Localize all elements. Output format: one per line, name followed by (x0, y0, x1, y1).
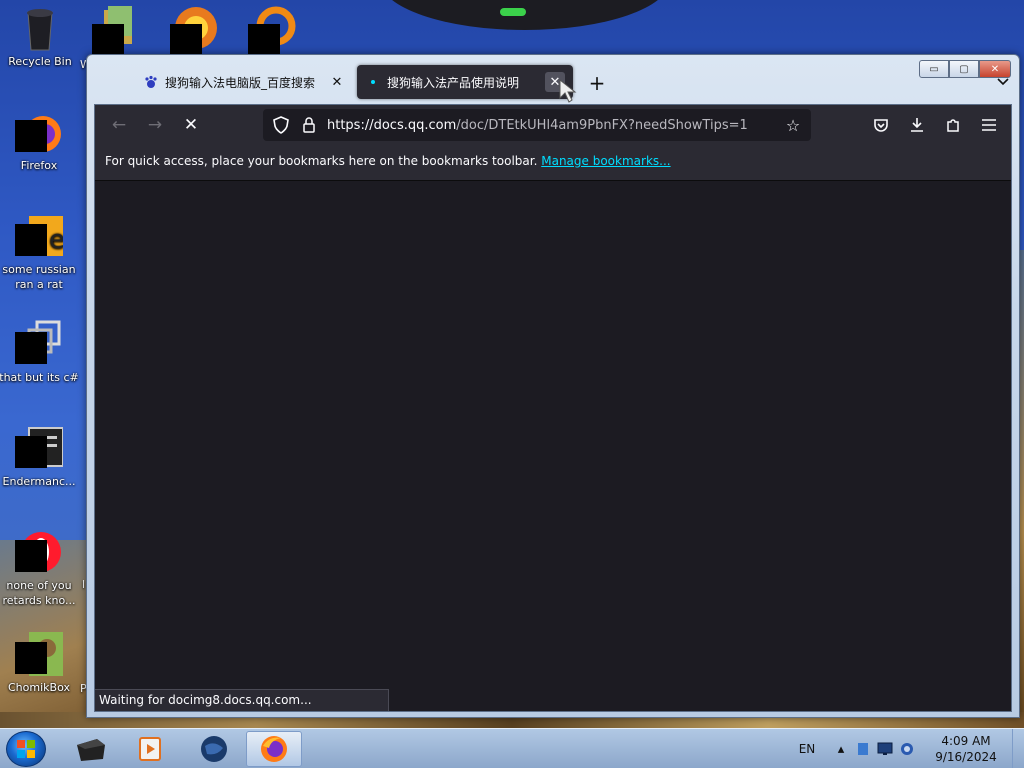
language-indicator[interactable]: EN (792, 742, 822, 756)
browser-content-frame: ← → ✕ https://docs.qq.com/doc/DTEtkUHl4a… (94, 104, 1012, 712)
redaction-box (15, 642, 47, 674)
network-monitor-icon[interactable] (874, 738, 896, 760)
tab-sogou-manual[interactable]: 搜狗输入法产品使用说明 ✕ (357, 65, 573, 99)
maximize-button[interactable]: ▢ (949, 60, 979, 78)
tab-strip: 搜狗输入法电脑版_百度搜索 ✕ 搜狗输入法产品使用说明 ✕ + (95, 63, 1009, 101)
loading-dot-icon (365, 74, 381, 90)
redaction-box (15, 436, 47, 468)
bookmarks-toolbar: For quick access, place your bookmarks h… (95, 145, 1011, 181)
back-button[interactable]: ← (105, 111, 133, 139)
firefox-icon (261, 736, 287, 762)
bookmark-star-icon[interactable]: ☆ (783, 115, 803, 135)
redaction-box (15, 224, 47, 256)
tracking-protection-shield-icon[interactable] (271, 115, 291, 135)
windows-copy-icon (15, 320, 63, 368)
show-hidden-icons-chevron-icon[interactable]: ▴ (830, 738, 852, 760)
desktop-icon-label: Recycle Bin (8, 55, 72, 68)
start-button[interactable] (6, 731, 46, 767)
desktop-icon-label: ChomikBox (8, 681, 70, 694)
desktop-icon-firefox[interactable]: Firefox (0, 108, 79, 173)
tab-baidu-search[interactable]: 搜狗输入法电脑版_百度搜索 ✕ (135, 65, 355, 99)
show-desktop-button[interactable] (1012, 729, 1024, 768)
extensions-icon[interactable] (939, 111, 967, 139)
firefox-icon (15, 108, 63, 156)
desktop-icon-opera[interactable]: none of you retards kno... (0, 528, 79, 608)
desktop-icon-csharp[interactable]: that but its c# (0, 320, 79, 385)
redaction-box (248, 24, 280, 56)
mouse-cursor-icon (559, 78, 577, 103)
desktop-icon-label: none of you retards kno... (2, 579, 76, 607)
url-host: https://docs.qq.com (327, 117, 457, 133)
redaction-box (15, 332, 47, 364)
status-panel: Waiting for docimg8.docs.qq.com... (95, 689, 389, 711)
redaction-box (92, 24, 124, 56)
tab-title: 搜狗输入法产品使用说明 (387, 75, 520, 90)
redaction-box (15, 540, 47, 572)
download-icon[interactable] (903, 111, 931, 139)
console-icon (15, 424, 64, 472)
baidu-paw-icon (143, 74, 159, 90)
clipped-desktop-label: l (82, 578, 86, 591)
forward-button[interactable]: → (141, 111, 169, 139)
url-path: /doc/DTEtkUHl4am9PbnFX?needShowTips=1 (456, 117, 748, 133)
desktop-wallpaper-shape (380, 0, 670, 30)
svg-text:e: e (49, 225, 63, 255)
desktop-icon-label: Endermanc... (2, 475, 76, 488)
list-all-tabs-button[interactable] (991, 71, 1015, 95)
taskbar: EN ▴ 4:09 AM 9/16/2024 (0, 728, 1024, 768)
media-player-icon (139, 737, 161, 761)
clock-date: 9/16/2024 (935, 750, 997, 764)
navigation-toolbar: ← → ✕ https://docs.qq.com/doc/DTEtkUHl4a… (95, 105, 1011, 145)
clock-time: 4:09 AM (941, 734, 991, 748)
desktop-icon-label: some russian ran a rat (2, 263, 76, 291)
desktop-icon-label: that but its c# (0, 371, 79, 384)
page-viewport[interactable] (95, 181, 1011, 711)
tab-title: 搜狗输入法电脑版_百度搜索 (165, 75, 316, 90)
browser-window: ▭ ▢ ✕ 搜狗输入法电脑版_百度搜索 ✕ 搜狗输入法产品使用说明 ✕ + ← … (86, 54, 1020, 718)
tray-app-icon[interactable] (852, 738, 874, 760)
desktop-icon-label: Firefox (20, 159, 58, 172)
jedit-icon: e (15, 212, 65, 260)
taskbar-clock[interactable]: 4:09 AM 9/16/2024 (924, 733, 1008, 765)
desktop-icon-jedit[interactable]: e some russian ran a rat (0, 212, 79, 292)
desktop-icon-endermanch[interactable]: Endermanc... (0, 424, 79, 489)
taskbar-item-explorer[interactable] (62, 731, 118, 767)
close-tab-button[interactable]: ✕ (327, 72, 347, 92)
desktop-icon-ring-app[interactable] (248, 4, 296, 56)
redaction-box (15, 120, 47, 152)
desktop-wallpaper-glow (500, 8, 526, 16)
bookmarks-toolbar-hint: For quick access, place your bookmarks h… (105, 154, 538, 168)
manage-bookmarks-link[interactable]: Manage bookmarks... (541, 154, 670, 168)
url-bar[interactable]: https://docs.qq.com/doc/DTEtkUHl4am9PbnF… (263, 109, 811, 141)
opera-icon (15, 528, 63, 576)
desktop-icon-folder[interactable] (92, 4, 140, 56)
lock-icon[interactable] (299, 115, 319, 135)
taskbar-item-globe[interactable] (186, 731, 242, 767)
desktop-icon-chomikbox[interactable]: ChomikBox (0, 630, 79, 695)
volume-icon[interactable] (896, 738, 918, 760)
taskbar-item-firefox[interactable] (246, 731, 302, 767)
recycle-bin-icon (16, 4, 64, 52)
taskbar-item-media-player[interactable] (122, 731, 178, 767)
stop-loading-button[interactable]: ✕ (177, 111, 205, 139)
desktop-icon-app[interactable] (170, 4, 218, 56)
globe-icon (201, 736, 227, 762)
system-tray: EN ▴ 4:09 AM 9/16/2024 (792, 729, 1024, 768)
url-text[interactable]: https://docs.qq.com/doc/DTEtkUHl4am9PbnF… (327, 118, 783, 133)
black-box-app-icon (77, 739, 105, 761)
desktop-icon-recycle-bin[interactable]: Recycle Bin (0, 4, 80, 69)
new-tab-button[interactable]: + (585, 72, 609, 96)
chomikbox-icon (15, 630, 63, 678)
chevron-down-icon (997, 78, 1009, 86)
menu-icon[interactable] (975, 111, 1003, 139)
redaction-box (170, 24, 202, 56)
windows-logo-icon (17, 740, 35, 758)
pocket-icon[interactable] (867, 111, 895, 139)
